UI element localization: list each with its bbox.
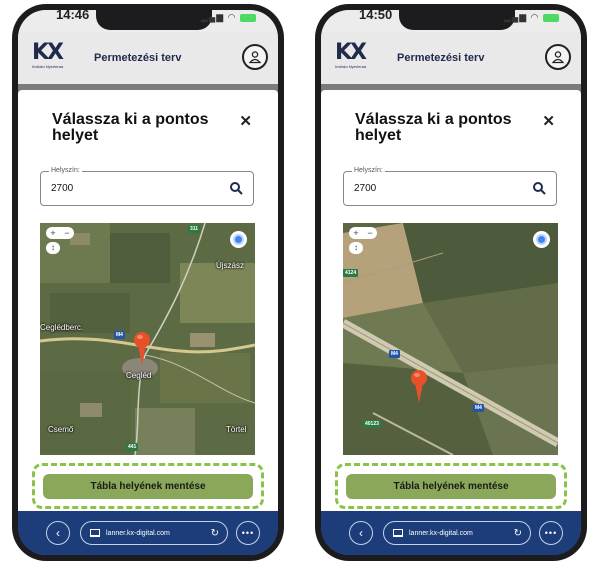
locate-icon[interactable] (230, 231, 247, 248)
map-pin-icon[interactable] (409, 369, 429, 405)
field-label: Helyszín: (352, 167, 385, 174)
location-modal: Válassza ki a pontos helyet ✕ Helyszín: … (18, 90, 278, 520)
search-icon[interactable] (532, 181, 546, 195)
back-icon[interactable]: ‹ (46, 521, 70, 545)
save-location-button[interactable]: Tábla helyének mentése (43, 474, 253, 499)
more-icon[interactable]: ••• (539, 521, 563, 545)
zoom-control[interactable]: + − (46, 227, 74, 239)
url-text: lanner.kx-digital.com (409, 529, 473, 537)
notch (96, 10, 212, 30)
system-icons: ▂▄▆ ◠ (504, 12, 559, 23)
save-highlight: Tábla helyének mentése (32, 463, 264, 509)
road-label: 311 (188, 225, 201, 233)
field-label: Helyszín: (49, 167, 82, 174)
app-title: Permetezési terv (94, 52, 182, 64)
notch (399, 10, 515, 30)
map-pin-icon[interactable] (132, 331, 152, 367)
battery-icon (543, 13, 559, 22)
save-location-button[interactable]: Tábla helyének mentése (346, 474, 556, 499)
screen: 14:50 ▂▄▆ ◠ KX Invitalo Nyerleraa Permet… (321, 10, 581, 555)
road-label: 40123 (363, 420, 381, 428)
road-label: 441 (126, 443, 139, 451)
place-label: Törtel (226, 425, 247, 434)
zoom-control[interactable]: + − (349, 227, 377, 239)
user-icon[interactable] (545, 44, 571, 70)
back-icon[interactable]: ‹ (349, 521, 373, 545)
logo-mark: KX (32, 40, 64, 65)
modal-title: Válassza ki a pontos helyet (52, 111, 209, 144)
reload-icon[interactable]: ↻ (514, 528, 522, 539)
app-header: KX Invitalo Nyerleraa Permetezési terv (18, 32, 278, 84)
battery-icon (240, 13, 256, 22)
road-label: M4 (473, 404, 484, 412)
modal-title: Válassza ki a pontos helyet (355, 111, 512, 144)
place-label: Cegléd (126, 371, 152, 380)
satellite-map[interactable]: + − ↕ 4124 M4 M4 40123 (343, 223, 558, 455)
more-icon[interactable]: ••• (236, 521, 260, 545)
reload-icon[interactable]: ↻ (211, 528, 219, 539)
system-icons: ▂▄▆ ◠ (201, 12, 256, 23)
app-title: Permetezési terv (397, 52, 485, 64)
status-time: 14:50 (359, 10, 393, 22)
logo-subtitle: Invitalo Nyerleraa (335, 64, 367, 69)
road-label: M4 (114, 331, 125, 339)
zoom-in-button[interactable]: + (50, 228, 55, 238)
status-bar: 14:50 ▂▄▆ ◠ (321, 10, 581, 32)
zoom-out-button[interactable]: − (64, 228, 69, 238)
status-bar: 14:46 ▂▄▆ ◠ (18, 10, 278, 32)
save-highlight: Tábla helyének mentése (335, 463, 567, 509)
location-field[interactable]: Helyszín: 2700 (40, 167, 254, 206)
place-label: Csemő (48, 425, 74, 434)
url-text: lanner.kx-digital.com (106, 529, 170, 537)
browser-bar: ‹ lanner.kx-digital.com ↻ ••• (321, 511, 581, 555)
url-bar[interactable]: lanner.kx-digital.com ↻ (80, 521, 228, 545)
place-label: Újszász (216, 261, 245, 270)
logo: KX Invitalo Nyerleraa (335, 42, 379, 72)
phone-right: 14:50 ▂▄▆ ◠ KX Invitalo Nyerleraa Permet… (315, 4, 587, 561)
map-extra-button[interactable]: ↕ (46, 242, 60, 254)
phone-left: 14:46 ▂▄▆ ◠ KX Invitalo Nyerleraa Permet… (12, 4, 284, 561)
field-value[interactable]: 2700 (51, 183, 73, 194)
place-label: Ceglédberc. (40, 323, 84, 332)
location-modal: Válassza ki a pontos helyet ✕ Helyszín: … (321, 90, 581, 520)
url-bar[interactable]: lanner.kx-digital.com ↻ (383, 521, 531, 545)
screen: 14:46 ▂▄▆ ◠ KX Invitalo Nyerleraa Permet… (18, 10, 278, 555)
locate-icon[interactable] (533, 231, 550, 248)
road-label: 4124 (343, 269, 359, 277)
zoom-out-button[interactable]: − (367, 228, 372, 238)
browser-bar: ‹ lanner.kx-digital.com ↻ ••• (18, 511, 278, 555)
map-extra-button[interactable]: ↕ (349, 242, 363, 254)
tab-icon (90, 529, 100, 537)
app-header: KX Invitalo Nyerleraa Permetezési terv (321, 32, 581, 84)
logo-subtitle: Invitalo Nyerleraa (32, 64, 64, 69)
close-icon[interactable]: ✕ (239, 112, 252, 130)
field-value[interactable]: 2700 (354, 183, 376, 194)
location-field[interactable]: Helyszín: 2700 (343, 167, 557, 206)
search-icon[interactable] (229, 181, 243, 195)
close-icon[interactable]: ✕ (542, 112, 555, 130)
satellite-map[interactable]: + − ↕ 311 M4 441 Újszász Ceglédberc. Cegl… (40, 223, 255, 455)
user-icon[interactable] (242, 44, 268, 70)
tab-icon (393, 529, 403, 537)
status-time: 14:46 (56, 10, 90, 22)
logo: KX Invitalo Nyerleraa (32, 42, 76, 72)
road-label: M4 (389, 350, 400, 358)
logo-mark: KX (335, 40, 367, 65)
zoom-in-button[interactable]: + (353, 228, 358, 238)
